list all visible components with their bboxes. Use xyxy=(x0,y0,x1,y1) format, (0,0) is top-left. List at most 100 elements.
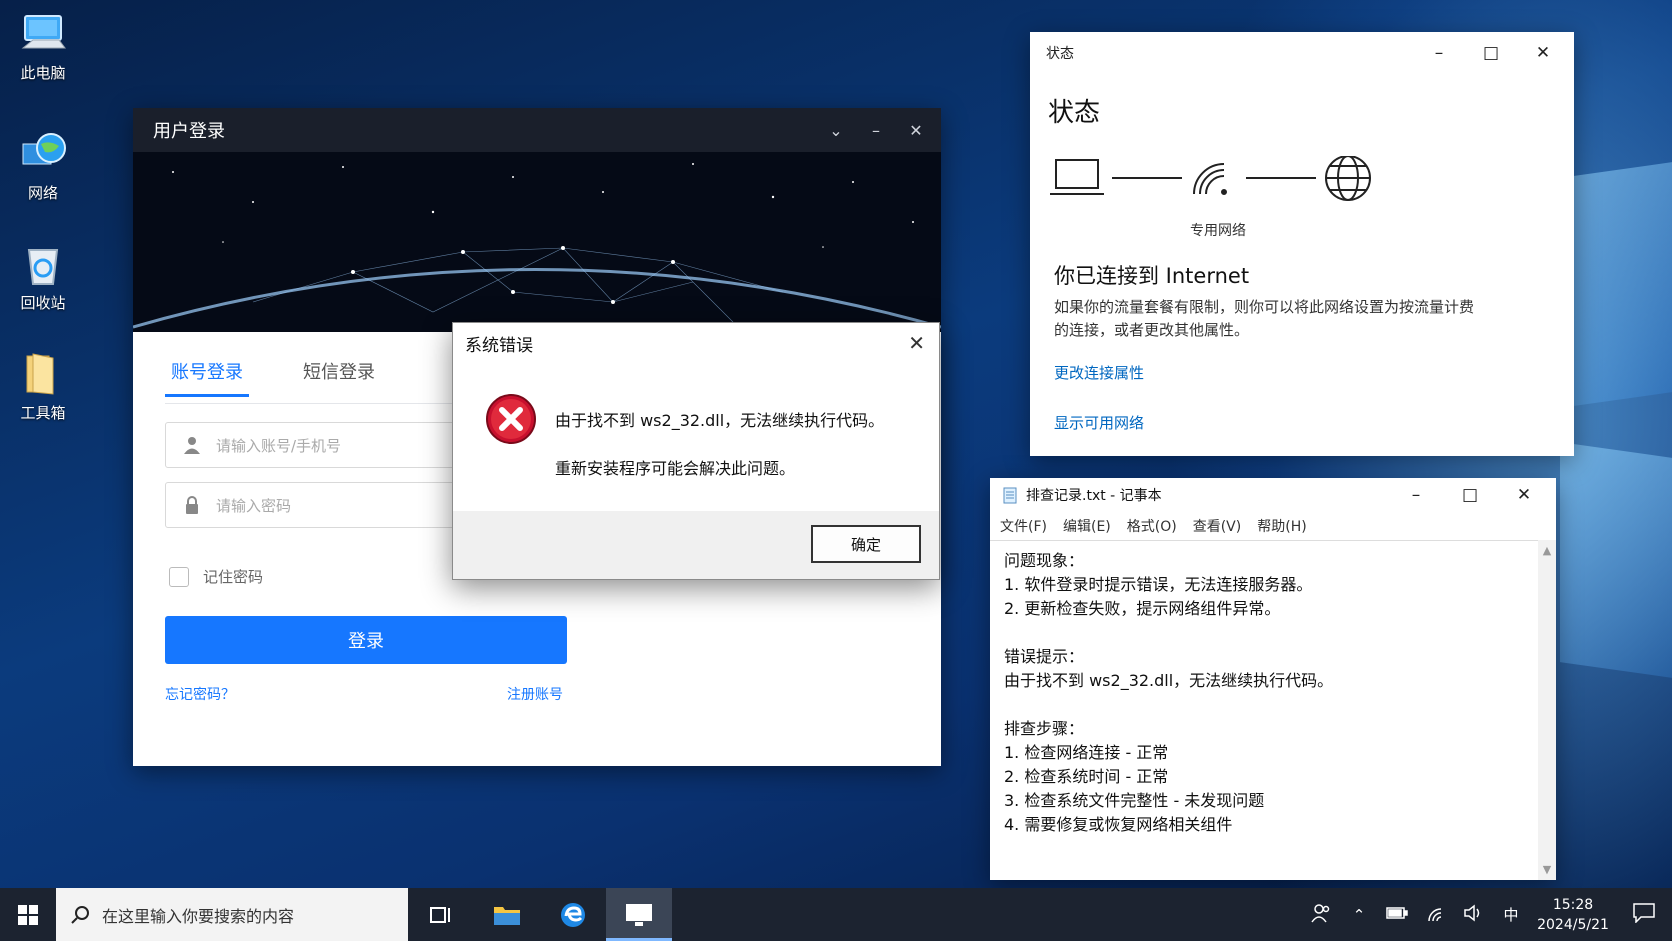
scroll-down-icon[interactable]: ▼ xyxy=(1538,863,1556,876)
minimize-button[interactable]: – xyxy=(1422,43,1456,63)
desktop-icon-network[interactable]: 网络 xyxy=(8,130,78,203)
notepad-titlebar[interactable]: 排查记录.txt - 记事本 – □ ✕ xyxy=(990,478,1556,512)
edge-icon xyxy=(561,902,585,927)
taskbar-search[interactable]: 在这里输入你要搜索的内容 xyxy=(56,888,408,941)
windows-logo-icon xyxy=(18,904,38,925)
page-title: 状态 xyxy=(1048,98,1101,128)
password-placeholder: 请输入密码 xyxy=(216,496,292,515)
task-view-button[interactable] xyxy=(408,888,474,941)
laptop-icon xyxy=(1050,159,1104,195)
text-line: 4. 需要修复或恢复网络相关组件 xyxy=(1004,815,1233,834)
clock[interactable]: 15:28 2024/5/21 xyxy=(1530,895,1616,935)
show-available-networks-link[interactable]: 显示可用网络 xyxy=(1054,412,1144,433)
desktop-icon-this-pc[interactable]: 此电脑 xyxy=(8,10,78,83)
remember-label: 记住密码 xyxy=(203,568,264,586)
clock-date: 2024/5/21 xyxy=(1537,916,1609,933)
login-tabs: 账号登录 短信登录 xyxy=(165,358,381,397)
text-line: 由于找不到 ws2_32.dll，无法继续执行代码。 xyxy=(1004,671,1334,690)
dialog-titlebar[interactable]: 系统错误 ✕ xyxy=(453,323,939,363)
menu-view[interactable]: 查看(V) xyxy=(1193,516,1242,536)
text-line: 排查步骤： xyxy=(1004,719,1085,738)
maximize-button[interactable]: □ xyxy=(1452,485,1488,505)
wifi-icon xyxy=(1193,163,1227,195)
file-explorer-button[interactable] xyxy=(474,888,540,941)
menu-file[interactable]: 文件(F) xyxy=(1000,516,1047,536)
chevron-up-icon[interactable]: ⌃ xyxy=(1340,906,1378,924)
text-line: 2. 检查系统时间 - 正常 xyxy=(1004,767,1169,786)
minimize-button[interactable]: – xyxy=(865,121,887,140)
login-button[interactable]: 登录 xyxy=(165,616,567,664)
network-status-window: 状态 – □ ✕ 状态 专用网络 你已连接到 Internet 如果你的流量套餐… xyxy=(1030,32,1574,456)
window-title: 排查记录.txt - 记事本 xyxy=(1026,488,1162,504)
minimize-button[interactable]: – xyxy=(1398,485,1434,505)
dialog-title: 系统错误 xyxy=(465,335,533,356)
folder-icon xyxy=(494,906,520,925)
tab-account-login[interactable]: 账号登录 xyxy=(165,358,249,397)
remember-checkbox[interactable] xyxy=(169,566,189,587)
account-placeholder: 请输入账号/手机号 xyxy=(216,436,342,455)
volume-icon[interactable] xyxy=(1454,903,1492,926)
login-titlebar[interactable]: 用户登录 ⌄ – ✕ xyxy=(133,108,941,152)
text-line xyxy=(1004,693,1524,717)
window-title: 状态 xyxy=(1046,46,1074,62)
wifi-icon[interactable] xyxy=(1416,904,1454,926)
edge-browser-button[interactable] xyxy=(540,888,606,941)
remote-desktop-button[interactable] xyxy=(606,888,672,941)
system-tray: ⌃ 中 15:28 2024/5/21 xyxy=(1302,888,1672,941)
text-line: 问题现象： xyxy=(1004,551,1085,570)
system-error-dialog: 系统错误 ✕ 由于找不到 ws2_32.dll，无法继续执行代码。 重新安装程序… xyxy=(452,322,940,580)
text-line: 1. 检查网络连接 - 正常 xyxy=(1004,743,1169,762)
notepad-window: 排查记录.txt - 记事本 – □ ✕ 文件(F) 编辑(E) 格式(O) 查… xyxy=(990,478,1556,880)
task-view-icon xyxy=(430,906,450,923)
desktop: 此电脑 网络 回收站 工具箱 用户登录 ⌄ – ✕ 账号登录 短信登录 请输入账… xyxy=(0,0,1672,888)
connection-status: 你已连接到 Internet xyxy=(1054,264,1250,288)
battery-icon[interactable] xyxy=(1378,906,1416,924)
menu-help[interactable]: 帮助(H) xyxy=(1257,516,1306,536)
search-icon xyxy=(71,905,89,924)
desktop-icon-label: 此电脑 xyxy=(20,64,66,82)
network-globe-icon xyxy=(19,130,67,178)
recycle-bin-icon xyxy=(19,240,67,288)
text-line: 错误提示： xyxy=(1004,647,1085,666)
forgot-password-link[interactable]: 忘记密码？ xyxy=(165,684,235,704)
monitor-icon xyxy=(626,903,652,926)
globe-icon xyxy=(1325,156,1371,201)
desktop-icon-toolbox[interactable]: 工具箱 xyxy=(8,350,78,423)
maximize-button[interactable]: □ xyxy=(1474,43,1508,63)
remember-password[interactable]: 记住密码 xyxy=(169,566,263,587)
start-button[interactable] xyxy=(0,888,56,941)
dialog-footer: 确定 xyxy=(453,511,939,579)
lock-icon xyxy=(186,496,198,514)
notepad-icon xyxy=(1003,487,1017,504)
ime-indicator[interactable]: 中 xyxy=(1492,904,1530,925)
close-button[interactable]: ✕ xyxy=(905,121,927,140)
error-icon xyxy=(486,394,536,444)
desktop-icon-label: 工具箱 xyxy=(20,404,66,422)
ok-button[interactable]: 确定 xyxy=(811,525,921,563)
scroll-up-icon[interactable]: ▲ xyxy=(1538,544,1556,557)
menubar: 文件(F) 编辑(E) 格式(O) 查看(V) 帮助(H) xyxy=(990,512,1556,540)
close-button[interactable]: ✕ xyxy=(908,331,925,355)
window-title: 用户登录 xyxy=(153,121,225,142)
network-diagram xyxy=(1050,156,1371,201)
people-icon[interactable] xyxy=(1302,903,1340,927)
menu-format[interactable]: 格式(O) xyxy=(1127,516,1177,536)
register-link[interactable]: 注册账号 xyxy=(507,684,563,704)
menu-edit[interactable]: 编辑(E) xyxy=(1063,516,1111,536)
desktop-icon-recycle-bin[interactable]: 回收站 xyxy=(8,240,78,313)
close-button[interactable]: ✕ xyxy=(1506,485,1542,505)
clock-time: 15:28 xyxy=(1552,896,1594,913)
text-line: 2. 更新检查失败，提示网络组件异常。 xyxy=(1004,599,1281,618)
change-connection-properties-link[interactable]: 更改连接属性 xyxy=(1054,362,1144,383)
notification-icon[interactable] xyxy=(1616,902,1672,927)
close-button[interactable]: ✕ xyxy=(1526,43,1560,63)
error-hint: 重新安装程序可能会解决此问题。 xyxy=(555,459,796,478)
desktop-icon-label: 回收站 xyxy=(20,294,66,312)
text-editor[interactable]: 问题现象： 1. 软件登录时提示错误，无法连接服务器。 2. 更新检查失败，提示… xyxy=(990,540,1538,880)
tab-sms-login[interactable]: 短信登录 xyxy=(297,358,381,397)
network-titlebar[interactable]: 状态 – □ ✕ xyxy=(1030,32,1574,74)
chevron-down-icon[interactable]: ⌄ xyxy=(825,121,847,140)
vertical-scrollbar[interactable]: ▲ ▼ xyxy=(1538,540,1556,880)
folder-icon xyxy=(19,350,67,398)
desktop-icon-label: 网络 xyxy=(27,184,58,202)
